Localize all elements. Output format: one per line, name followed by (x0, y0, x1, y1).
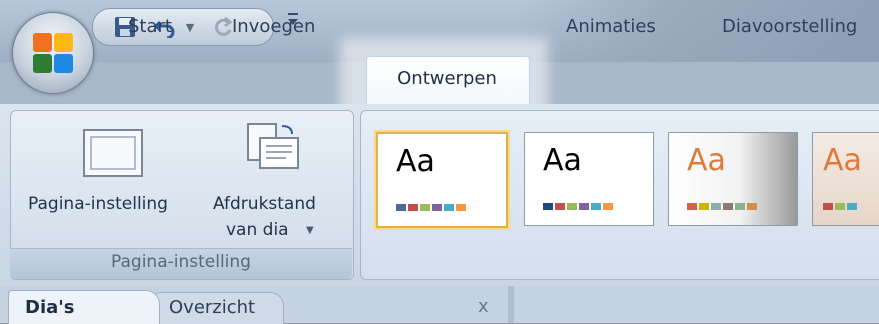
theme-sample-text: Aa (396, 144, 435, 179)
tab-ontwerpen-label: Ontwerpen (397, 68, 497, 89)
tab-animaties[interactable]: Animaties (566, 12, 656, 42)
page-setup-button-label[interactable]: Pagina-instelling (28, 193, 168, 215)
orientation-button-label-1[interactable]: Afdrukstand (213, 193, 316, 215)
theme-sample-text: Aa (543, 143, 582, 178)
theme-thumbnail-4[interactable]: Aa (812, 132, 879, 226)
theme-color-swatches (543, 203, 613, 210)
theme-color-swatches (823, 203, 857, 210)
slide-orientation-icon[interactable] (246, 122, 304, 178)
theme-thumbnail-3[interactable]: Aa (668, 132, 798, 226)
theme-sample-text: Aa (687, 143, 726, 178)
tab-overzicht[interactable]: Overzicht (148, 292, 284, 324)
tab-dias-label: Dia's (25, 297, 75, 318)
theme-thumbnail-1[interactable]: Aa (376, 132, 508, 228)
theme-color-swatches (396, 204, 466, 211)
theme-color-swatches (687, 203, 757, 210)
tab-start[interactable]: Start (128, 12, 172, 42)
tab-overzicht-label: Overzicht (169, 297, 256, 318)
group-label: Pagina-instelling (111, 252, 251, 272)
close-icon[interactable]: x (478, 296, 489, 317)
orientation-button-label-2[interactable]: van dia (226, 219, 289, 241)
theme-sample-text: Aa (823, 143, 862, 178)
tab-dias[interactable]: Dia's (8, 290, 160, 324)
chevron-down-icon[interactable]: ▼ (306, 225, 314, 236)
office-logo-icon (33, 33, 73, 73)
undo-dropdown-icon[interactable]: ▼ (183, 15, 197, 39)
page-setup-icon[interactable] (82, 128, 144, 178)
theme-thumbnail-2[interactable]: Aa (524, 132, 654, 226)
tab-diavoorstelling[interactable]: Diavoorstelling (722, 12, 857, 42)
tab-invoegen[interactable]: Invoegen (232, 12, 315, 42)
office-button[interactable] (12, 12, 94, 94)
pane-splitter[interactable] (508, 286, 514, 323)
